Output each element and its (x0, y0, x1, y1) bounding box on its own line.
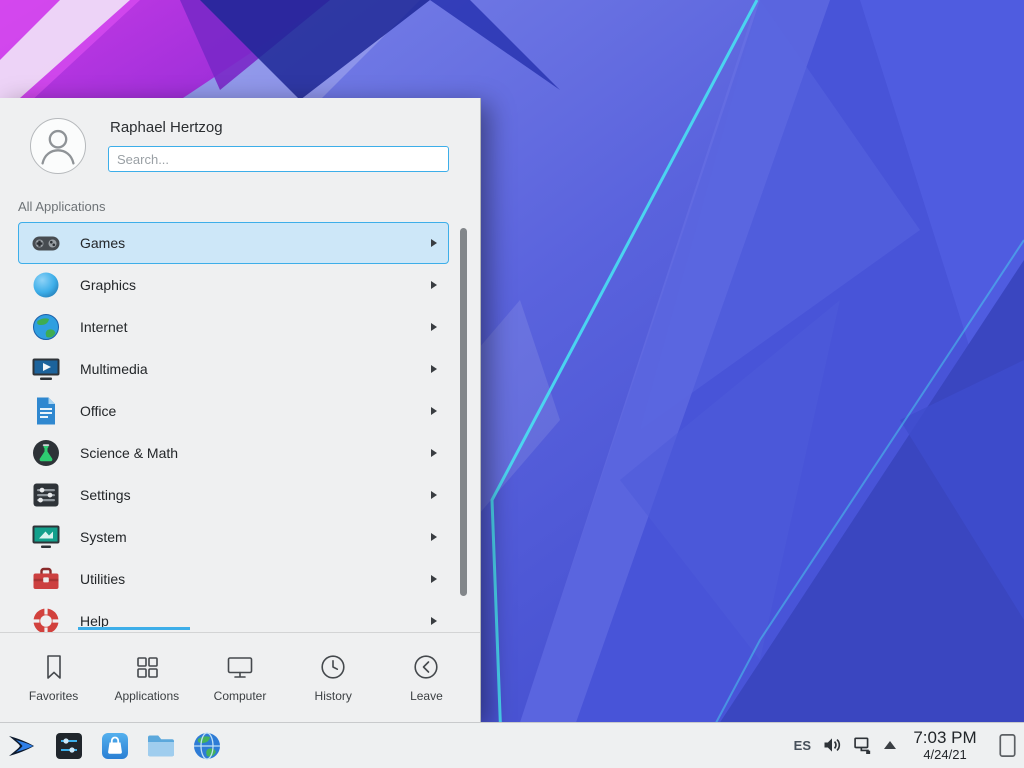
software-center-button[interactable] (97, 726, 133, 766)
show-desktop-button[interactable] (996, 729, 1018, 761)
system-monitor-icon (30, 521, 62, 553)
history-clock-icon (318, 652, 348, 682)
digital-clock[interactable]: 7:03 PM 4/24/21 (907, 728, 983, 762)
tab-label: Leave (410, 689, 443, 703)
toolbox-icon (30, 563, 62, 595)
tab-label: Computer (214, 689, 267, 703)
category-office[interactable]: Office (18, 390, 449, 432)
category-settings[interactable]: Settings (18, 474, 449, 516)
taskbar-panel: ES 7:03 PM 4/24/21 (0, 722, 1024, 768)
category-science-math[interactable]: Science & Math (18, 432, 449, 474)
grid-icon (132, 652, 162, 682)
bookmark-icon (39, 652, 69, 682)
submenu-arrow-icon (431, 575, 437, 583)
user-icon (31, 119, 85, 173)
user-name: Raphael Hertzog (110, 119, 223, 136)
volume-icon[interactable] (822, 735, 842, 755)
document-icon (30, 395, 62, 427)
app-launcher-button[interactable] (5, 726, 41, 766)
scrollbar-thumb[interactable] (460, 228, 467, 596)
taskbar-launchers (0, 726, 225, 766)
help-buoy-icon (30, 605, 62, 632)
category-multimedia[interactable]: Multimedia (18, 348, 449, 390)
submenu-arrow-icon (431, 323, 437, 331)
network-icon[interactable] (853, 735, 873, 755)
application-launcher-menu: Raphael Hertzog All Applications Games (0, 98, 481, 722)
category-label: Settings (80, 487, 131, 503)
settings-console-icon (53, 730, 85, 762)
globe-icon (30, 311, 62, 343)
search-input[interactable] (108, 146, 449, 172)
keyboard-layout-indicator[interactable]: ES (794, 738, 811, 753)
submenu-arrow-icon (431, 491, 437, 499)
submenu-arrow-icon (431, 365, 437, 373)
clock-date: 4/24/21 (907, 748, 983, 763)
expand-tray-icon[interactable] (884, 741, 896, 749)
file-manager-icon (145, 730, 177, 762)
sliders-icon (30, 479, 62, 511)
category-internet[interactable]: Internet (18, 306, 449, 348)
gamepad-icon (30, 227, 62, 259)
tab-label: Favorites (29, 689, 78, 703)
category-utilities[interactable]: Utilities (18, 558, 449, 600)
show-desktop-icon (999, 733, 1016, 758)
desktop: Raphael Hertzog All Applications Games (0, 0, 1024, 768)
active-tab-indicator (78, 627, 190, 630)
submenu-arrow-icon (431, 533, 437, 541)
category-list: Games Graphics Internet (18, 222, 449, 632)
multimedia-monitor-icon (30, 353, 62, 385)
section-label: All Applications (18, 199, 105, 214)
computer-icon (225, 652, 255, 682)
tab-history[interactable]: History (287, 633, 380, 722)
submenu-arrow-icon (431, 281, 437, 289)
tab-applications[interactable]: Applications (100, 633, 193, 722)
submenu-arrow-icon (431, 617, 437, 625)
user-avatar[interactable] (30, 118, 86, 174)
category-label: Science & Math (80, 445, 178, 461)
category-system[interactable]: System (18, 516, 449, 558)
launcher-tab-bar: Favorites Applications Computer History (0, 632, 480, 722)
category-label: Office (80, 403, 116, 419)
settings-console-button[interactable] (51, 726, 87, 766)
submenu-arrow-icon (431, 407, 437, 415)
system-tray: ES 7:03 PM 4/24/21 (794, 728, 1024, 762)
submenu-arrow-icon (431, 449, 437, 457)
category-graphics[interactable]: Graphics (18, 264, 449, 306)
web-browser-button[interactable] (189, 726, 225, 766)
web-browser-icon (191, 730, 223, 762)
file-manager-button[interactable] (143, 726, 179, 766)
tab-label: Applications (114, 689, 179, 703)
tab-computer[interactable]: Computer (193, 633, 286, 722)
submenu-arrow-icon (431, 239, 437, 247)
tab-label: History (315, 689, 352, 703)
flask-icon (30, 437, 62, 469)
category-label: Utilities (80, 571, 125, 587)
graphics-orb-icon (30, 269, 62, 301)
tab-leave[interactable]: Leave (380, 633, 473, 722)
category-label: Multimedia (80, 361, 148, 377)
category-games[interactable]: Games (18, 222, 449, 264)
clock-time: 7:03 PM (907, 728, 983, 748)
software-center-icon (99, 730, 131, 762)
category-label: Internet (80, 319, 127, 335)
category-label: Graphics (80, 277, 136, 293)
kali-menu-icon (7, 730, 39, 762)
category-label: Games (80, 235, 125, 251)
tab-favorites[interactable]: Favorites (7, 633, 100, 722)
category-label: System (80, 529, 127, 545)
leave-icon (411, 652, 441, 682)
